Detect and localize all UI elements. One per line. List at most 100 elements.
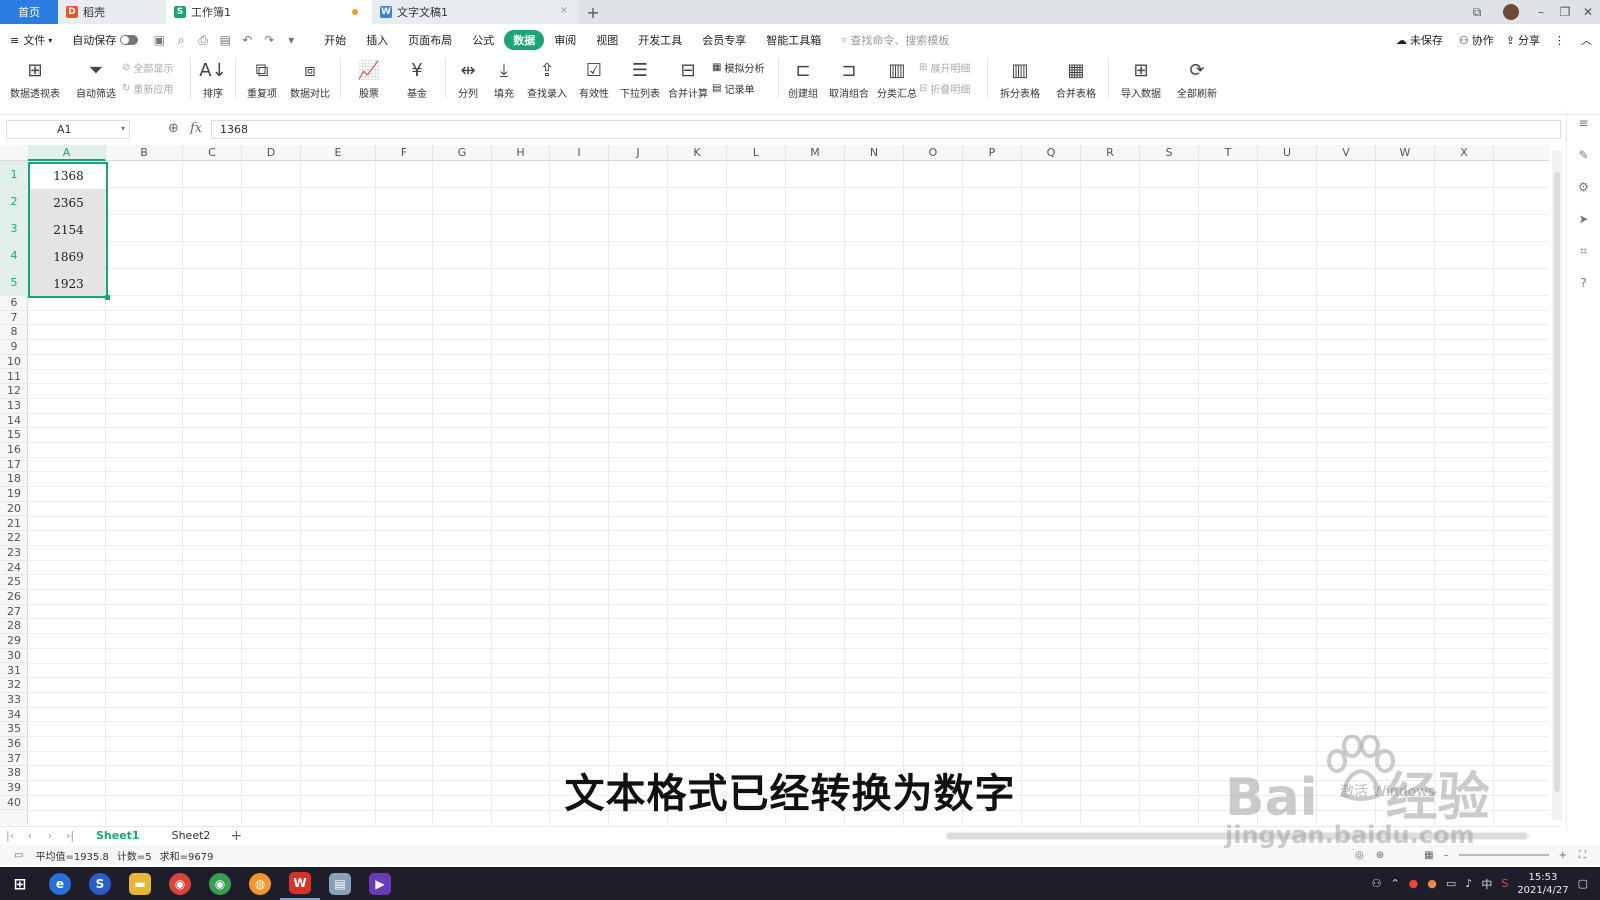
column-header-u[interactable]: U [1258, 145, 1317, 161]
next-sheet-icon[interactable]: › [40, 829, 60, 842]
crop-icon[interactable]: ⌗ [1575, 242, 1593, 260]
row-header-14[interactable]: 14 [0, 414, 28, 429]
reapply-button[interactable]: ↻ 重新应用 [122, 81, 186, 96]
new-tab-button[interactable]: + [578, 0, 608, 24]
format-painter-icon[interactable]: ⌕ [173, 32, 189, 48]
column-header-r[interactable]: R [1081, 145, 1140, 161]
zoom-icon[interactable]: ⊕ [168, 121, 179, 136]
refresh-all-button[interactable]: ⟳ 全部刷新 [1169, 54, 1225, 102]
merge-table-button[interactable]: ▦ 合并表格 [1048, 54, 1104, 102]
window-layout-icon[interactable]: ⧉ [1465, 0, 1489, 24]
tab-home[interactable]: 首页 [0, 0, 58, 24]
horizontal-scrollbar[interactable] [945, 832, 1530, 840]
column-header-w[interactable]: W [1376, 145, 1435, 161]
fill-handle[interactable] [105, 295, 110, 300]
collapse-ribbon-icon[interactable]: ︿ [1573, 30, 1600, 50]
row-header-1[interactable]: 1 [0, 161, 28, 188]
row-header-4[interactable]: 4 [0, 242, 28, 269]
row-header-17[interactable]: 17 [0, 458, 28, 473]
row-header-11[interactable]: 11 [0, 370, 28, 385]
row-header-39[interactable]: 39 [0, 781, 28, 796]
taskbar-app-wps[interactable]: W [280, 867, 320, 900]
restore-icon[interactable]: ❐ [1554, 0, 1576, 24]
freeze-icon[interactable]: ⊕ [1376, 850, 1384, 861]
cell-a1[interactable]: 1368 [29, 162, 108, 189]
row-header-6[interactable]: 6 [0, 296, 28, 311]
row-header-8[interactable]: 8 [0, 325, 28, 341]
what-if-button[interactable]: ▦ 模拟分析 [712, 60, 774, 75]
avatar[interactable] [1500, 0, 1522, 24]
menu-item-data[interactable]: 数据 [504, 30, 545, 50]
function-icon[interactable]: fx [190, 121, 202, 136]
spreadsheet-grid[interactable]: ABCDEFGHIJKLMNOPQRSTUVWX 1 2 3 4 5 6 7 8 9 10 11 12… [0, 145, 1550, 825]
column-header-x[interactable]: X [1435, 145, 1494, 161]
consolidate-button[interactable]: ⊟ 合并计算 [664, 54, 712, 102]
column-header-e[interactable]: E [301, 145, 376, 161]
sort-button[interactable]: A↓ 排序 [195, 54, 231, 102]
name-box[interactable]: A1 ▾ [6, 120, 130, 139]
tray-app-icon[interactable]: ● [1427, 877, 1437, 890]
row-header-15[interactable]: 15 [0, 428, 28, 443]
row-header-28[interactable]: 28 [0, 619, 28, 635]
taskbar-app-chat[interactable]: ◍ [240, 867, 280, 900]
row-header-37[interactable]: 37 [0, 752, 28, 767]
help-icon[interactable]: ? [1575, 274, 1593, 292]
menu-item-review[interactable]: 审阅 [544, 30, 586, 50]
taskbar-app-sogou[interactable]: S [80, 867, 120, 900]
column-header-l[interactable]: L [727, 145, 786, 161]
taskbar-app-explorer[interactable]: ▬ [120, 867, 160, 900]
split-table-button[interactable]: ▥ 拆分表格 [992, 54, 1048, 102]
show-all-button[interactable]: ⊘ 全部显示 [122, 60, 186, 75]
dropdown-list-button[interactable]: ☰ 下拉列表 [616, 54, 664, 102]
column-header-q[interactable]: Q [1022, 145, 1081, 161]
column-header-s[interactable]: S [1140, 145, 1199, 161]
collapse-detail-button[interactable]: ⊟ 折叠明细 [919, 81, 983, 96]
row-header-2[interactable]: 2 [0, 188, 28, 215]
customize-icon[interactable]: ▾ [283, 32, 299, 48]
row-header-20[interactable]: 20 [0, 502, 28, 517]
collab-button[interactable]: ⚇ 协作 [1453, 30, 1500, 50]
chevron-up-icon[interactable]: ⌃ [1390, 877, 1399, 890]
settings-sliders-icon[interactable]: ⚙ [1575, 178, 1593, 196]
duplicates-button[interactable]: ⧉ 重复项 [240, 54, 284, 102]
normal-view-icon[interactable]: ▦ [1424, 850, 1433, 861]
row-header-31[interactable]: 31 [0, 664, 28, 679]
taskbar-app-player[interactable]: ▶ [360, 867, 400, 900]
taskbar-app-notes[interactable]: ▤ [320, 867, 360, 900]
network-icon[interactable]: ▭ [1446, 877, 1456, 890]
row-header-12[interactable]: 12 [0, 384, 28, 399]
row-header-25[interactable]: 25 [0, 575, 28, 590]
style-icon[interactable]: ✎ [1575, 146, 1593, 164]
column-header-j[interactable]: J [609, 145, 668, 161]
vertical-scrollbar[interactable] [1552, 150, 1562, 820]
subtotal-button[interactable]: ▥ 分类汇总 [875, 54, 919, 102]
print-icon[interactable]: ⎙ [195, 32, 211, 48]
row-header-13[interactable]: 13 [0, 399, 28, 414]
add-sheet-icon[interactable]: + [226, 828, 246, 844]
cell-a3[interactable]: 2154 [29, 216, 108, 243]
sheet-tab-sheet2[interactable]: Sheet2 [156, 827, 227, 845]
sheet-tab-sheet1[interactable]: Sheet1 [80, 826, 156, 845]
row-header-18[interactable]: 18 [0, 472, 28, 488]
column-header-a[interactable]: A [28, 145, 106, 161]
column-header-v[interactable]: V [1317, 145, 1376, 161]
row-header-29[interactable]: 29 [0, 634, 28, 649]
tray-app-icon[interactable]: ● [1409, 877, 1419, 890]
stock-button[interactable]: 📈 股票 [345, 54, 393, 102]
pivot-table-button[interactable]: ⊞ 数据透视表 [0, 54, 70, 102]
row-header-10[interactable]: 10 [0, 355, 28, 370]
undo-icon[interactable]: ↶ [239, 32, 255, 48]
fill-button[interactable]: ⤓ 填充 [486, 54, 522, 102]
column-header-i[interactable]: I [550, 145, 609, 161]
clock[interactable]: 15:53 2021/4/27 [1517, 871, 1568, 897]
redo-icon[interactable]: ↷ [261, 32, 277, 48]
column-header-f[interactable]: F [376, 145, 433, 161]
column-header-n[interactable]: N [845, 145, 904, 161]
row-header-34[interactable]: 34 [0, 708, 28, 723]
file-menu[interactable]: ≡ 文件 ▾ [0, 30, 62, 50]
macro-record-icon[interactable]: ▭ [14, 850, 23, 861]
tab-docer[interactable]: D 稻壳 [58, 0, 166, 24]
row-header-24[interactable]: 24 [0, 561, 28, 576]
autosave-toggle[interactable]: 自动保存 [62, 30, 148, 50]
scrollbar-thumb[interactable] [1554, 172, 1560, 792]
